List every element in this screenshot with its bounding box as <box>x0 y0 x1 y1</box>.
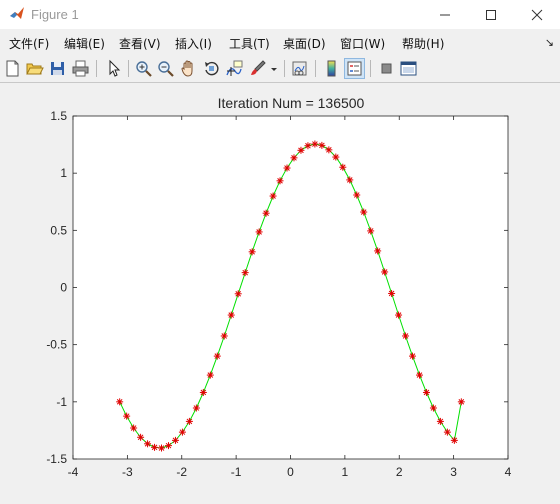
brush-icon[interactable] <box>248 59 267 78</box>
zoom-out-icon[interactable] <box>156 59 175 78</box>
x-tick-label: -2 <box>176 465 187 479</box>
close-button[interactable] <box>514 0 560 29</box>
y-tick-label: -1.5 <box>46 452 67 466</box>
new-figure-icon[interactable] <box>3 59 22 78</box>
y-tick-label: 0 <box>60 281 67 295</box>
data-point-marker <box>220 332 228 340</box>
brush-dropdown-icon[interactable] <box>268 59 280 78</box>
hide-plot-tools-icon[interactable] <box>377 59 396 78</box>
menu-edit[interactable]: 编辑(E) <box>64 35 105 52</box>
y-tick-label: 1 <box>60 166 67 180</box>
menu-insert[interactable]: 插入(I) <box>175 35 212 52</box>
x-tick-label: 0 <box>287 465 294 479</box>
plot-axes[interactable]: -4 -3 -2 -1 0 1 2 3 4 -1.5 -1 -0.5 0 0.5 1 1.5 Iteratio… <box>0 83 560 504</box>
data-cursor-icon[interactable] <box>225 59 244 78</box>
open-file-icon[interactable] <box>25 59 44 78</box>
window-title: Figure 1 <box>31 7 79 22</box>
pointer-icon[interactable] <box>104 59 123 78</box>
x-tick-label: -1 <box>231 465 242 479</box>
link-plot-icon[interactable] <box>290 59 309 78</box>
x-tick-label: 4 <box>505 465 512 479</box>
x-tick-label: -4 <box>68 465 79 479</box>
x-tick-label: 3 <box>450 465 457 479</box>
figure-canvas: -4 -3 -2 -1 0 1 2 3 4 -1.5 -1 -0.5 0 0.5 1 1.5 Iteratio… <box>0 83 560 504</box>
menu-window[interactable]: 窗口(W) <box>340 35 385 52</box>
menu-view[interactable]: 查看(V) <box>119 35 161 52</box>
menu-bar: 文件(F) 编辑(E) 查看(V) 插入(I) 工具(T) 桌面(D) 窗口(W… <box>0 29 560 55</box>
print-icon[interactable] <box>71 59 90 78</box>
title-bar: Figure 1 <box>0 0 560 29</box>
colorbar-icon[interactable] <box>322 59 341 78</box>
x-tick-label: -3 <box>122 465 133 479</box>
y-tick-label: -1 <box>56 395 67 409</box>
zoom-in-icon[interactable] <box>134 59 153 78</box>
data-point-marker <box>248 248 256 256</box>
axes-box <box>72 115 509 460</box>
toolbar <box>0 55 560 83</box>
save-icon[interactable] <box>48 59 67 78</box>
rotate-3d-icon[interactable] <box>202 59 221 78</box>
data-point-marker <box>123 412 131 420</box>
x-tick-label: 1 <box>342 465 349 479</box>
legend-icon[interactable] <box>344 58 365 79</box>
maximize-button[interactable] <box>468 0 514 29</box>
data-point-marker <box>332 153 340 161</box>
plot-title: Iteration Num = 136500 <box>218 95 365 111</box>
y-tick-label: 0.5 <box>50 223 67 237</box>
show-plot-tools-icon[interactable] <box>399 59 418 78</box>
y-tick-label: -0.5 <box>46 338 67 352</box>
menu-tools[interactable]: 工具(T) <box>229 35 270 52</box>
y-tick-label: 1.5 <box>50 109 67 123</box>
minimize-button[interactable] <box>422 0 468 29</box>
matlab-logo-icon <box>9 6 25 22</box>
data-point-marker <box>255 228 263 236</box>
menu-desktop[interactable]: 桌面(D) <box>283 35 326 52</box>
x-tick-label: 2 <box>396 465 403 479</box>
menu-file[interactable]: 文件(F) <box>9 35 49 52</box>
menu-help[interactable]: 帮助(H) <box>402 35 444 52</box>
pan-hand-icon[interactable] <box>179 59 198 78</box>
data-point-marker <box>353 191 361 199</box>
dock-arrow-icon[interactable]: ↘ <box>545 36 554 49</box>
